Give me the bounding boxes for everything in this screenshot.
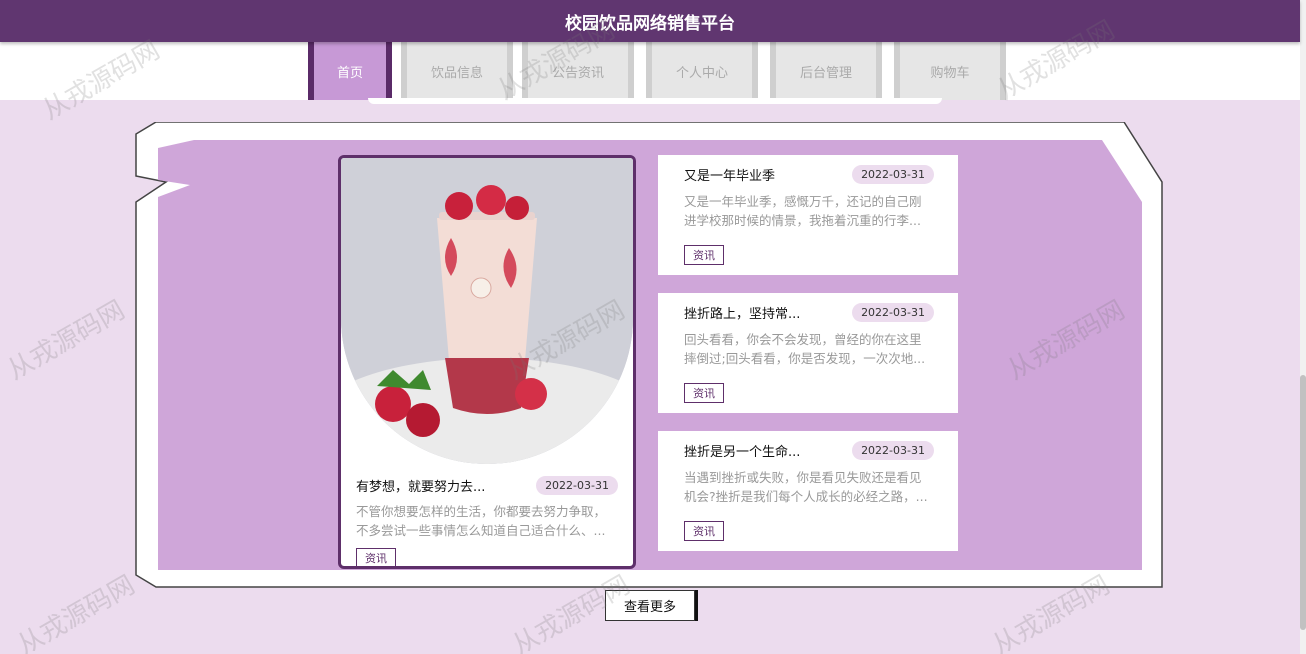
nav-item-home[interactable]: 首页 bbox=[308, 42, 392, 100]
nav-item-label: 个人中心 bbox=[675, 65, 728, 81]
news-title: 挫折路上，坚持常... bbox=[684, 307, 801, 322]
news-desc: 又是一年毕业季，感慨万千，还记的自己刚进学校那时候的情景，我拖着沉重的行李... bbox=[684, 194, 922, 228]
milk-tea-image bbox=[341, 158, 633, 464]
nav-item-label: 饮品信息 bbox=[430, 65, 483, 81]
featured-title-row: 有梦想，就要努力去... 2022-03-31 bbox=[356, 476, 618, 495]
site-title: 校园饮品网络销售平台 bbox=[565, 13, 735, 34]
nav-item-label: 购物车 bbox=[930, 65, 970, 81]
scrollbar-thumb[interactable] bbox=[1300, 375, 1306, 630]
news-date: 2022-03-31 bbox=[852, 303, 934, 322]
news-desc: 当遇到挫折或失败，你是看见失败还是看见机会?挫折是我们每个人成长的必经之路，..… bbox=[684, 470, 928, 504]
news-card[interactable]: 又是一年毕业季 2022-03-31 又是一年毕业季，感慨万千，还记的自己刚进学… bbox=[658, 155, 958, 275]
news-date: 2022-03-31 bbox=[852, 441, 934, 460]
news-title-row: 挫折是另一个生命... 2022-03-31 bbox=[684, 441, 934, 460]
nav-item-announcements[interactable]: 公告资讯 bbox=[522, 42, 634, 100]
news-title-row: 挫折路上，坚持常... 2022-03-31 bbox=[684, 303, 934, 322]
view-more-button[interactable]: 查看更多 bbox=[605, 590, 695, 621]
featured-news-card[interactable]: 有梦想，就要努力去... 2022-03-31 不管你想要怎样的生活，你都要去努… bbox=[338, 155, 636, 569]
news-card[interactable]: 挫折路上，坚持常... 2022-03-31 回头看看，你会不会发现，曾经的你在… bbox=[658, 293, 958, 413]
news-tag: 资讯 bbox=[684, 521, 724, 541]
news-title: 挫折是另一个生命... bbox=[684, 445, 801, 460]
news-tag: 资讯 bbox=[684, 383, 724, 403]
news-card[interactable]: 挫折是另一个生命... 2022-03-31 当遇到挫折或失败，你是看见失败还是… bbox=[658, 431, 958, 551]
news-title: 又是一年毕业季 bbox=[684, 169, 776, 184]
nav-underline bbox=[368, 98, 942, 104]
featured-desc: 不管你想要怎样的生活，你都要去努力争取，不多尝试一些事情怎么知道自己适合什么、.… bbox=[356, 504, 607, 538]
nav-item-label: 后台管理 bbox=[799, 65, 852, 81]
nav-item-profile[interactable]: 个人中心 bbox=[646, 42, 758, 100]
news-desc: 回头看看，你会不会发现，曾经的你在这里摔倒过;回头看看，你是否发现，一次次地..… bbox=[684, 332, 926, 366]
news-tag: 资讯 bbox=[684, 245, 724, 265]
site-header: 校园饮品网络销售平台 bbox=[0, 0, 1300, 42]
nav-item-label: 公告资讯 bbox=[551, 65, 604, 81]
nav-item-admin[interactable]: 后台管理 bbox=[770, 42, 882, 100]
nav-item-drinks[interactable]: 饮品信息 bbox=[401, 42, 513, 100]
featured-date: 2022-03-31 bbox=[536, 476, 618, 495]
news-title-row: 又是一年毕业季 2022-03-31 bbox=[684, 165, 934, 184]
featured-title: 有梦想，就要努力去... bbox=[356, 480, 486, 495]
nav-item-label: 首页 bbox=[336, 65, 363, 81]
nav-item-cart[interactable]: 购物车 bbox=[894, 42, 1006, 100]
news-date: 2022-03-31 bbox=[852, 165, 934, 184]
news-frame bbox=[135, 122, 1163, 588]
featured-image bbox=[341, 158, 633, 464]
featured-tag: 资讯 bbox=[356, 548, 396, 566]
page-scrollbar[interactable] bbox=[1300, 0, 1306, 654]
